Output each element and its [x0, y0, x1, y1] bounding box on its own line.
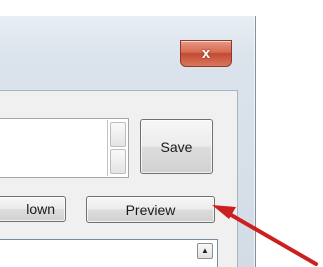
- spin-control[interactable]: [107, 120, 127, 176]
- save-button[interactable]: Save: [140, 119, 213, 174]
- preview-button-label: Preview: [125, 201, 176, 218]
- spin-up-button[interactable]: [110, 122, 126, 147]
- down-button[interactable]: lown: [0, 196, 66, 222]
- down-button-label: lown: [26, 201, 55, 217]
- save-button-label: Save: [160, 138, 193, 155]
- scroll-up-arrow-icon[interactable]: ▲: [197, 243, 213, 259]
- close-icon: x: [201, 45, 211, 62]
- close-button[interactable]: x: [180, 40, 232, 67]
- preview-button[interactable]: Preview: [86, 196, 215, 223]
- list-box[interactable]: [0, 239, 218, 267]
- spin-down-button[interactable]: [110, 149, 126, 174]
